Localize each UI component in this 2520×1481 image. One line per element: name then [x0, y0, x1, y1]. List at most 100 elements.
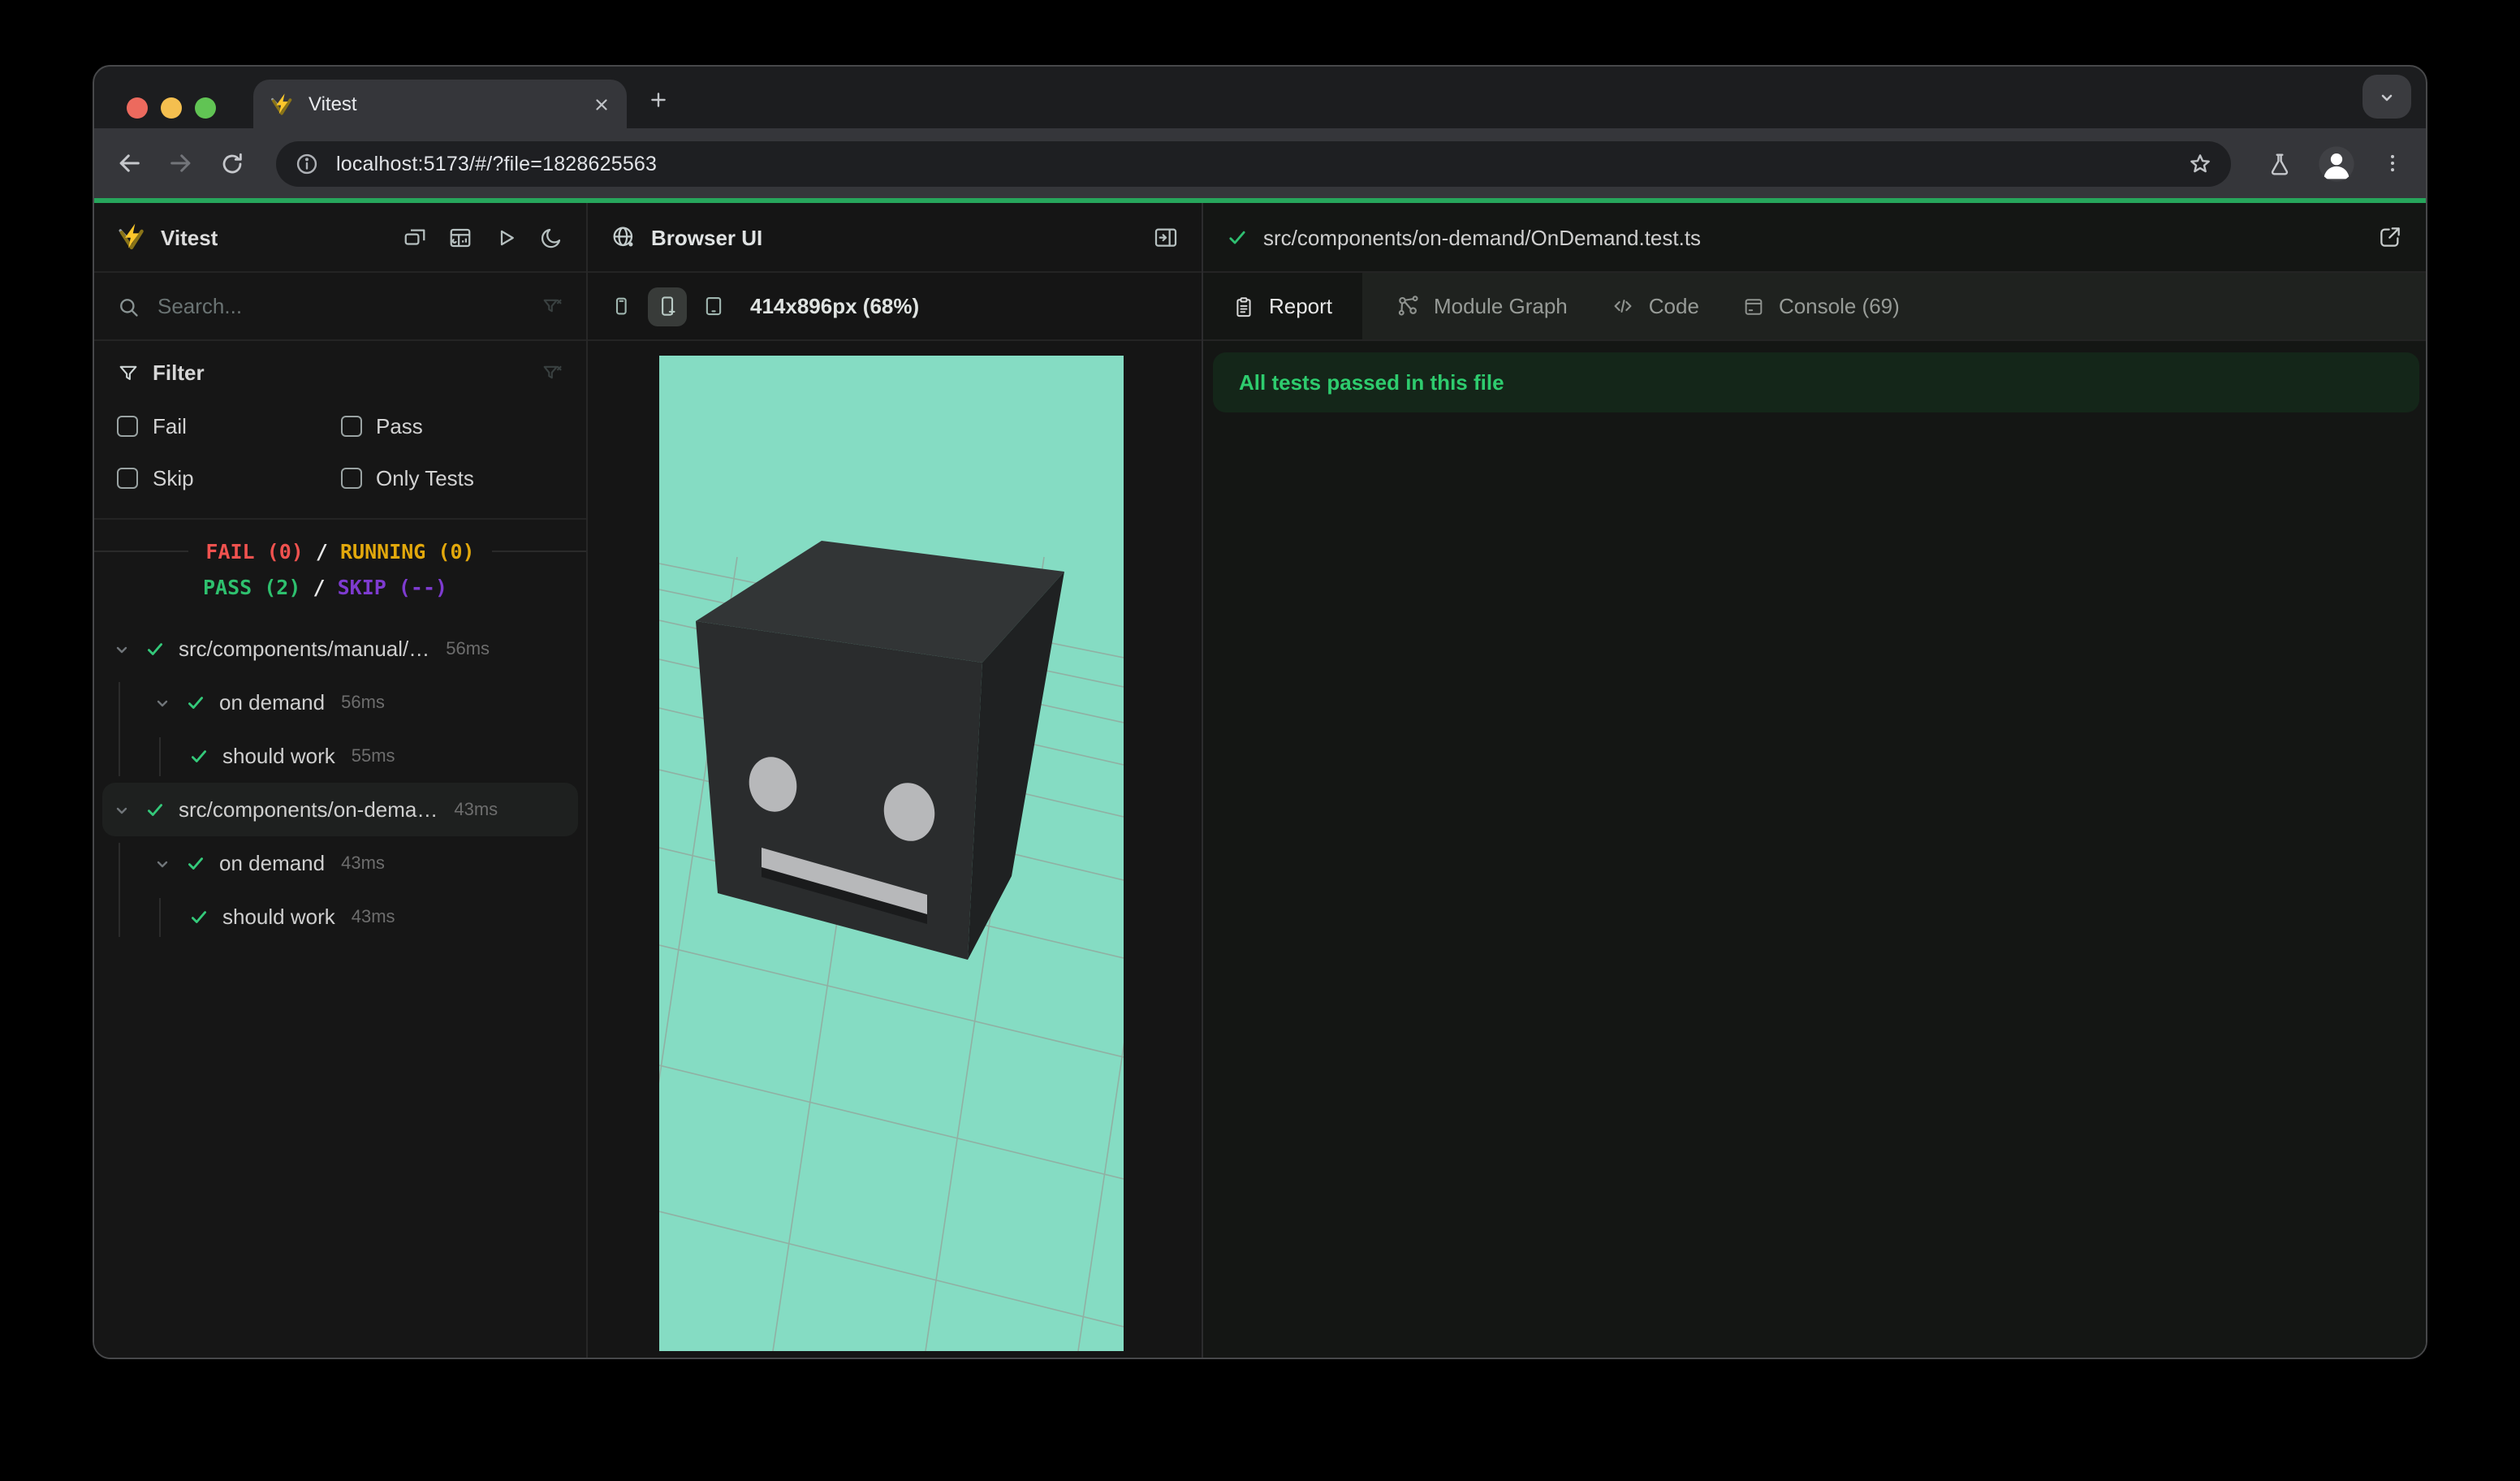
browser-titlebar: Vitest — [94, 67, 2426, 128]
filter-option-skip[interactable]: Skip — [117, 455, 340, 502]
clipboard-icon — [1233, 295, 1256, 317]
browser-ui-header: Browser UI — [588, 203, 1202, 273]
sidebar: Vitest Search... Filter Fail Pass Skip O… — [94, 203, 588, 1358]
close-window-button[interactable] — [127, 97, 148, 119]
skip-count: SKIP (--) — [337, 575, 448, 599]
inactive-tabs: Module Graph Code Console (69) — [1362, 273, 2426, 339]
code-icon — [1612, 294, 1636, 318]
filter-option-pass[interactable]: Pass — [340, 403, 563, 450]
running-count: RUNNING (0) — [340, 539, 475, 563]
all-tests-passed-banner: All tests passed in this file — [1213, 352, 2419, 412]
filter-section: Filter Fail Pass Skip Only Tests — [94, 341, 586, 518]
filter-option-only-tests[interactable]: Only Tests — [340, 455, 563, 502]
duration-label: 43ms — [351, 907, 395, 926]
run-all-play-icon[interactable] — [494, 225, 518, 249]
phone-small-icon[interactable] — [609, 294, 633, 318]
tab-module-graph[interactable]: Module Graph — [1396, 294, 1568, 318]
forward-icon[interactable] — [167, 149, 195, 177]
filter-option-fail[interactable]: Fail — [117, 403, 340, 450]
flask-icon[interactable] — [2267, 150, 2293, 176]
divider — [94, 518, 586, 520]
minimize-window-button[interactable] — [161, 97, 182, 119]
app-title: Vitest — [161, 225, 218, 249]
collapse-panes-icon[interactable] — [403, 225, 427, 249]
pass-check-icon — [1226, 226, 1249, 248]
report-tabstrip: Report Module Graph Code Console (69) — [1203, 273, 2426, 341]
moon-icon[interactable] — [539, 225, 563, 249]
browser-tab[interactable]: Vitest — [253, 80, 627, 128]
desktop: Vitest localhost:5173/#/?file=1828625563… — [0, 0, 2520, 1481]
tab-code[interactable]: Code — [1612, 294, 1699, 318]
chevron-down-icon[interactable] — [112, 639, 132, 658]
test-file-path: src/components/on-demand/OnDemand.test.t… — [1263, 225, 1702, 249]
console-icon — [1743, 295, 1766, 317]
close-tab-icon[interactable] — [593, 95, 611, 113]
checkbox[interactable] — [340, 468, 361, 489]
tree-row-suite[interactable]: on demand 43ms — [102, 836, 578, 890]
tab-report[interactable]: Report — [1203, 273, 1362, 339]
address-bar[interactable]: localhost:5173/#/?file=1828625563 — [276, 140, 2231, 186]
clear-filter-icon[interactable] — [541, 361, 563, 384]
dashboard-icon[interactable] — [448, 225, 472, 249]
pass-check-icon — [188, 906, 209, 927]
tablet-icon[interactable] — [701, 294, 726, 318]
module-graph-icon — [1396, 294, 1421, 318]
bookmark-star-icon[interactable] — [2187, 150, 2213, 176]
tree-row-file-on-demand[interactable]: src/components/on-dema… 43ms — [102, 783, 578, 836]
test-viewport-canvas[interactable] — [659, 356, 1124, 1351]
browser-ui-panel: Browser UI 414x896px (68%) — [588, 203, 1203, 1358]
url-text[interactable]: localhost:5173/#/?file=1828625563 — [336, 152, 657, 175]
browser-window: Vitest localhost:5173/#/?file=1828625563… — [93, 65, 2427, 1359]
globe-icon — [611, 224, 636, 250]
new-tab-button[interactable] — [648, 89, 669, 110]
report-header: src/components/on-demand/OnDemand.test.t… — [1203, 203, 2426, 273]
duration-label: 43ms — [341, 853, 385, 873]
pass-check-icon — [185, 853, 206, 874]
tab-title: Vitest — [309, 93, 357, 115]
test-status-summary: FAIL (0) / RUNNING (0) PASS (2) / SKIP (… — [94, 539, 586, 599]
funnel-icon — [117, 361, 140, 384]
back-icon[interactable] — [115, 149, 143, 177]
site-info-icon[interactable] — [294, 150, 320, 176]
tab-console[interactable]: Console (69) — [1743, 294, 1900, 318]
checkbox[interactable] — [117, 468, 138, 489]
device-toolbar: 414x896px (68%) — [588, 273, 1202, 341]
vitest-favicon — [270, 92, 294, 116]
test-tree: src/components/manual/… 56ms on demand 5… — [94, 622, 586, 943]
traffic-lights — [127, 97, 216, 119]
external-link-icon[interactable] — [2377, 224, 2403, 250]
tree-row-suite[interactable]: on demand 56ms — [102, 676, 578, 729]
phone-plus-device-button[interactable] — [648, 287, 687, 326]
vitest-logo — [117, 222, 146, 252]
search-icon — [117, 295, 140, 317]
chevron-down-icon[interactable] — [112, 800, 132, 819]
viewport-size-label: 414x896px (68%) — [750, 294, 920, 318]
pass-check-icon — [188, 745, 209, 766]
clear-search-filter-icon[interactable] — [541, 295, 563, 317]
panel-right-icon[interactable] — [1153, 224, 1179, 250]
reload-icon[interactable] — [219, 150, 245, 176]
checkbox[interactable] — [117, 416, 138, 437]
pass-check-icon — [145, 638, 166, 659]
pass-check-icon — [145, 799, 166, 820]
tab-search-button[interactable] — [2362, 75, 2411, 119]
vitest-ui: Vitest Search... Filter Fail Pass Skip O… — [94, 203, 2426, 1358]
search-row — [94, 273, 586, 341]
chevron-down-icon[interactable] — [153, 853, 172, 873]
filter-title: Filter — [153, 361, 205, 385]
tree-row-test[interactable]: should work 55ms — [102, 729, 578, 783]
tree-row-file-manual[interactable]: src/components/manual/… 56ms — [102, 622, 578, 676]
tree-row-test[interactable]: should work 43ms — [102, 890, 578, 943]
profile-avatar[interactable] — [2315, 142, 2358, 184]
duration-label: 56ms — [341, 693, 385, 712]
report-panel: src/components/on-demand/OnDemand.test.t… — [1203, 203, 2426, 1358]
duration-label: 56ms — [446, 639, 490, 658]
checkbox[interactable] — [340, 416, 361, 437]
duration-label: 55ms — [351, 746, 395, 766]
kebab-menu-icon[interactable] — [2380, 151, 2405, 175]
duration-label: 43ms — [454, 800, 498, 819]
search-input[interactable] — [154, 292, 541, 320]
zoom-window-button[interactable] — [195, 97, 216, 119]
chevron-down-icon[interactable] — [153, 693, 172, 712]
fail-count: FAIL (0) — [205, 539, 304, 563]
